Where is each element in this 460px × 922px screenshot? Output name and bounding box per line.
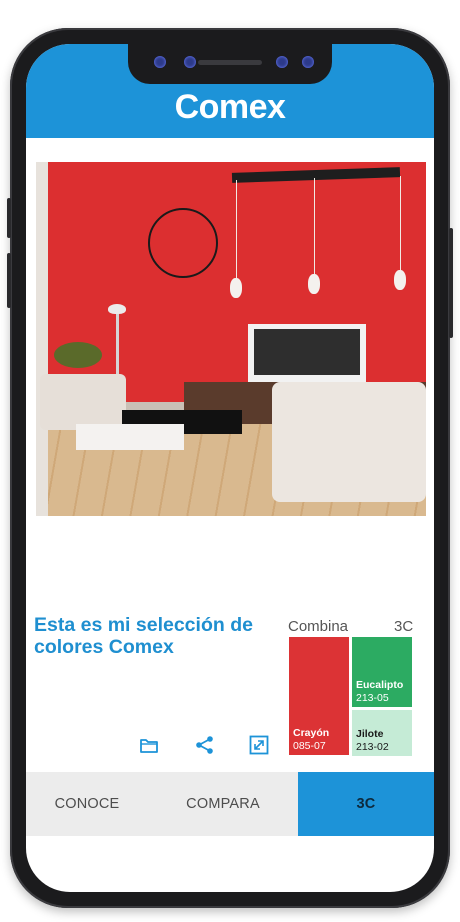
television — [248, 324, 366, 382]
speaker-grille — [198, 60, 262, 65]
expand-icon[interactable] — [248, 734, 270, 756]
share-icon[interactable] — [194, 734, 216, 756]
lamp-cord — [314, 178, 315, 278]
tab-compara[interactable]: COMPARA — [148, 772, 298, 836]
floor-lamp-head — [108, 304, 126, 314]
sensor-icon — [302, 56, 314, 68]
swatch-name: Crayón — [293, 727, 330, 739]
tab-3c[interactable]: 3C — [298, 772, 434, 836]
lamp-cord — [400, 176, 401, 274]
scheme-label: 3C — [394, 618, 414, 635]
sofa — [272, 382, 426, 502]
armchair — [40, 374, 126, 430]
tab-conoce[interactable]: CONOCE — [26, 772, 148, 836]
color-swatch-eucalipto[interactable]: Eucalipto 213-05 — [352, 637, 412, 707]
swatch-name: Eucalipto — [356, 679, 404, 691]
color-swatch-crayon[interactable]: Crayón 085-07 — [289, 637, 349, 755]
swatch-code: 085-07 — [293, 740, 326, 752]
phone-frame: Comex Esta es mi selección de colores Co… — [7, 28, 453, 908]
swatch-code: 213-05 — [356, 692, 389, 704]
side-table — [76, 424, 184, 450]
side-wall — [36, 162, 48, 516]
selection-title: Esta es mi selección de colores Comex — [34, 614, 253, 658]
folder-icon[interactable] — [138, 734, 160, 756]
color-picker-circle[interactable] — [148, 208, 218, 278]
pendant-lamp — [308, 274, 320, 294]
swatch-name: Jilote — [356, 728, 384, 740]
camera-icon — [184, 56, 196, 68]
plant — [54, 342, 102, 368]
pendant-lamp — [230, 278, 242, 298]
swatch-code: 213-02 — [356, 741, 389, 753]
app-screen: Comex Esta es mi selección de colores Co… — [26, 44, 434, 892]
sensor-icon — [276, 56, 288, 68]
power-button — [449, 228, 453, 338]
camera-icon — [154, 56, 166, 68]
room-preview-image[interactable] — [36, 162, 426, 516]
combine-label: Combina — [288, 618, 349, 635]
volume-down-button — [7, 253, 11, 308]
volume-up-button — [7, 198, 11, 238]
color-swatch-jilote[interactable]: Jilote 213-02 — [352, 710, 412, 756]
phone-notch — [128, 44, 332, 84]
lamp-cord — [236, 180, 237, 280]
floor-lamp — [116, 310, 119, 376]
bottom-tab-bar: CONOCE COMPARA 3C — [26, 772, 434, 836]
pendant-lamp — [394, 270, 406, 290]
brand-logo: Comex — [174, 88, 286, 126]
